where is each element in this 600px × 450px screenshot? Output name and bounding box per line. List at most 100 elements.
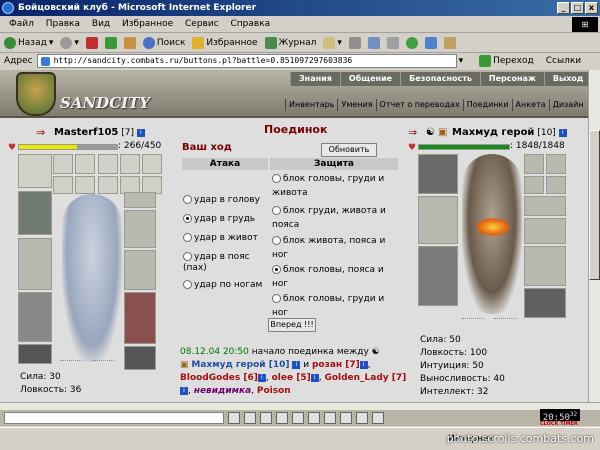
slot-amulet[interactable] <box>18 191 52 235</box>
menu-favorites[interactable]: Избранное <box>122 19 173 29</box>
horizontal-scrollbar[interactable] <box>0 402 600 410</box>
links-button[interactable]: Ссылки <box>546 56 581 66</box>
slot-boots[interactable] <box>124 346 156 370</box>
clear-icon[interactable] <box>260 412 272 424</box>
defense-option[interactable]: блок головы, груди и ног <box>272 292 400 320</box>
address-dropdown-icon[interactable]: ▾ <box>459 56 464 66</box>
slot-gloves[interactable] <box>124 210 156 248</box>
radio-button[interactable] <box>272 236 281 245</box>
attack-option[interactable]: удар в голову <box>183 195 273 206</box>
slot-boots[interactable] <box>524 288 566 318</box>
edit-button[interactable] <box>367 36 380 49</box>
radio-button[interactable] <box>272 174 281 183</box>
slot-ring[interactable] <box>98 154 118 174</box>
radio-button[interactable] <box>272 294 281 303</box>
slot-scroll[interactable] <box>53 176 73 194</box>
forward-button[interactable]: ▾ <box>60 36 79 49</box>
log-player[interactable]: BloodGodes [6] <box>180 373 258 383</box>
radio-button[interactable] <box>183 280 192 289</box>
subnav-design[interactable]: Дизайн <box>548 99 587 111</box>
tool-button[interactable] <box>443 36 456 49</box>
slot-sword[interactable] <box>18 238 52 290</box>
player-avatar[interactable] <box>62 194 122 362</box>
log-player[interactable]: розан [7] <box>312 360 360 370</box>
scroll-thumb[interactable] <box>589 130 600 280</box>
slot-scroll[interactable] <box>98 176 118 194</box>
icq-button[interactable] <box>405 36 418 49</box>
favorites-button[interactable]: Избранное <box>192 36 258 49</box>
subnav-skills[interactable]: Умения <box>337 99 375 111</box>
info-icon[interactable]: i <box>136 128 145 137</box>
people-icon[interactable] <box>324 412 336 424</box>
nav-exit[interactable]: Выход <box>543 72 588 86</box>
close-button[interactable]: x <box>585 2 598 14</box>
send-icon[interactable] <box>228 412 240 424</box>
stop-button[interactable] <box>85 36 98 49</box>
sound-icon[interactable] <box>292 412 304 424</box>
log-player[interactable]: Poison <box>257 386 291 396</box>
radio-button[interactable] <box>272 265 281 274</box>
info-icon[interactable]: i <box>180 386 188 395</box>
radio-button[interactable] <box>183 233 192 242</box>
slot-bracer[interactable] <box>524 196 566 216</box>
menu-tools[interactable]: Сервис <box>185 19 219 29</box>
subnav-transfers[interactable]: Отчет о переводах <box>375 99 463 111</box>
mail-button[interactable]: ▾ <box>323 36 342 49</box>
slot-scroll[interactable] <box>524 176 544 194</box>
settings-icon[interactable] <box>340 412 352 424</box>
slot-scroll[interactable] <box>546 176 566 194</box>
slot-helmet[interactable] <box>18 154 52 188</box>
refresh-button[interactable]: Обновить <box>321 143 377 157</box>
vertical-scrollbar[interactable] <box>588 70 600 402</box>
defense-option[interactable]: блок головы, груди и живота <box>272 172 400 200</box>
menu-file[interactable]: Файл <box>9 19 34 29</box>
log-player[interactable]: Махмуд герой [10] <box>191 360 289 370</box>
slot-scroll[interactable] <box>75 176 95 194</box>
slot-ring[interactable] <box>53 154 73 174</box>
slot-shield[interactable] <box>124 292 156 344</box>
refresh-browser-button[interactable] <box>104 36 117 49</box>
info-icon[interactable]: i <box>310 373 319 382</box>
go-button[interactable]: Переход <box>479 55 534 67</box>
radio-button[interactable] <box>183 195 192 204</box>
slot-armor[interactable] <box>18 292 52 342</box>
slot-helmet[interactable] <box>418 154 458 194</box>
slot-bracer[interactable] <box>124 192 156 208</box>
enemy-name[interactable]: Махмуд герой <box>452 127 534 138</box>
log-player[interactable]: olee [5] <box>272 373 311 383</box>
back-button[interactable]: Назад ▾ <box>4 36 53 49</box>
slot-gloves[interactable] <box>124 250 156 290</box>
home-button[interactable] <box>123 36 136 49</box>
player-name[interactable]: Masterf105 <box>54 127 118 138</box>
smiley-icon[interactable] <box>244 412 256 424</box>
radio-button[interactable] <box>272 206 281 215</box>
info-icon[interactable]: i <box>257 373 266 382</box>
radio-button[interactable] <box>183 252 192 261</box>
attack-option[interactable]: удар в грудь <box>183 214 273 225</box>
maximize-button[interactable]: □ <box>571 2 584 14</box>
nav-character[interactable]: Персонаж <box>479 72 544 86</box>
subnav-duels[interactable]: Поединки <box>462 99 512 111</box>
slot-shield[interactable] <box>524 246 566 286</box>
attack-option[interactable]: удар в живот <box>183 233 273 244</box>
slot-ring[interactable] <box>546 154 566 174</box>
slot-ring[interactable] <box>524 154 544 174</box>
info-icon[interactable]: i <box>359 360 368 369</box>
attack-option[interactable]: удар в пояс (пах) <box>183 252 273 274</box>
menu-help[interactable]: Справка <box>231 19 271 29</box>
exit-icon[interactable] <box>372 412 384 424</box>
subnav-inventory[interactable]: Инвентарь <box>285 99 337 111</box>
nav-knowledge[interactable]: Знания <box>290 72 340 86</box>
defense-option[interactable]: блок головы, пояса и ног <box>272 263 400 291</box>
slot-belt[interactable] <box>18 344 52 364</box>
log-player[interactable]: невидимка <box>194 386 251 396</box>
map-icon[interactable] <box>356 412 368 424</box>
log-player[interactable]: Golden_Lady [7] <box>324 373 406 383</box>
log-icon[interactable] <box>308 412 320 424</box>
subnav-profile[interactable]: Анкета <box>511 99 549 111</box>
minimize-button[interactable]: _ <box>557 2 570 14</box>
slot-ring[interactable] <box>142 154 162 174</box>
attack-option[interactable]: удар по ногам <box>183 280 273 291</box>
print-button[interactable] <box>348 36 361 49</box>
nav-security[interactable]: Безопасность <box>400 72 480 86</box>
